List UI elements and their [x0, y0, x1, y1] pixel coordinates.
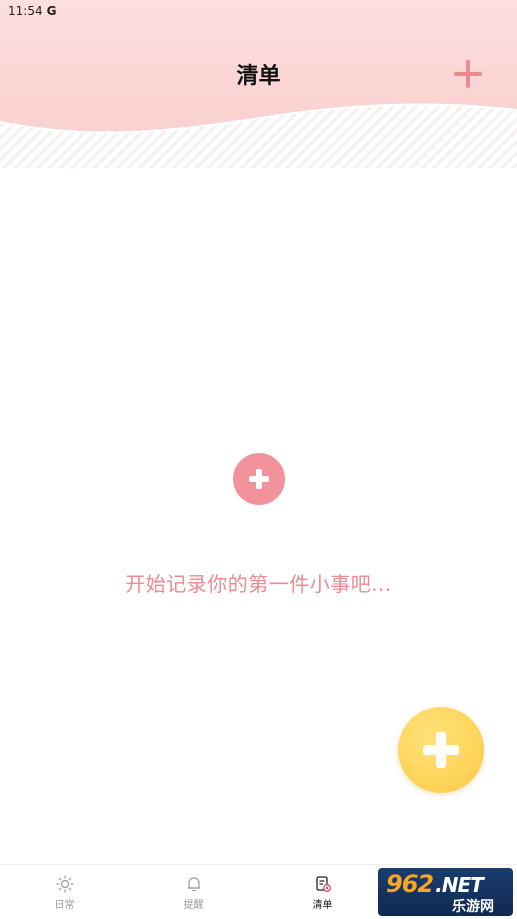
tab-label: 清单 — [312, 899, 333, 911]
page-title: 清单 — [236, 64, 281, 89]
empty-state-message: 开始记录你的第一件小事吧... — [125, 572, 392, 596]
tab-daily[interactable]: 日常 — [0, 865, 129, 919]
google-icon: G — [46, 4, 57, 18]
bell-icon — [187, 876, 200, 891]
tab-checklist[interactable]: 清单 — [258, 865, 387, 919]
empty-add-button[interactable] — [233, 453, 285, 505]
status-time: 11:54 — [8, 4, 43, 18]
status-bar: 11:54 G — [0, 0, 517, 22]
header: 清单 — [0, 0, 517, 168]
tab-reminder[interactable]: 提醒 — [129, 865, 258, 919]
floating-add-button[interactable] — [398, 707, 484, 793]
watermark-sub: 乐游网 — [452, 899, 494, 915]
tab-label: 提醒 — [183, 899, 204, 911]
sun-icon — [55, 874, 74, 893]
tab-label: 日常 — [54, 899, 75, 911]
watermark-main: 962 .NET — [386, 870, 484, 898]
watermark-logo: 962 .NET 乐游网 — [378, 868, 513, 916]
add-icon[interactable] — [450, 56, 486, 92]
checklist-icon — [315, 875, 331, 892]
